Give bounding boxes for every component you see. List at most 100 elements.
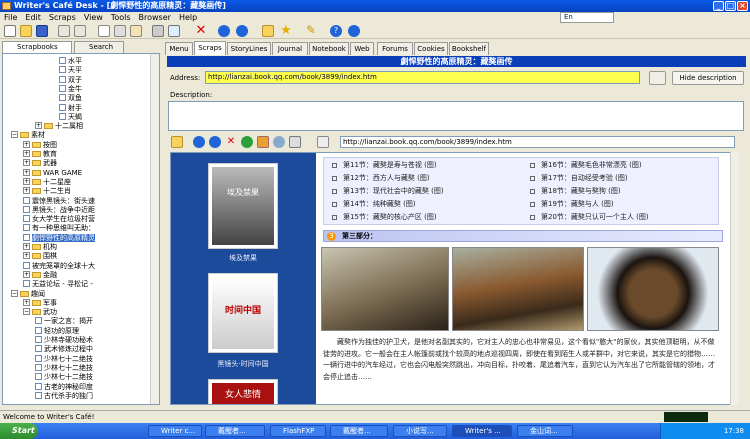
redo-icon[interactable] [74, 25, 86, 37]
tree-item[interactable]: 天平 [59, 66, 82, 74]
language-bar[interactable]: En [560, 12, 614, 23]
tree-folder[interactable]: + WAR GAME [23, 168, 82, 177]
tree-item[interactable]: 一家之言：揭开 [35, 317, 93, 325]
tree-scrollbar[interactable] [150, 54, 159, 404]
chapter-link[interactable]: 第12节：西方人与藏獒 (图) [332, 174, 430, 183]
print-icon[interactable] [152, 25, 164, 37]
scrap-frame-icon[interactable] [262, 25, 274, 37]
web-scrollbar[interactable] [730, 152, 739, 405]
expand-icon[interactable]: + [23, 159, 30, 167]
web-view[interactable]: 埃及禁果 埃及禁果 时间中国 黑镜头·时间中国 女人悲情 第11节：藏獒是寿与苍… [170, 152, 738, 405]
help-icon[interactable]: ? [330, 25, 342, 37]
tab-scraps[interactable]: Scraps [194, 41, 226, 55]
home-icon[interactable] [257, 136, 269, 148]
tab-notebook[interactable]: Notebook [309, 42, 349, 55]
chapter-link[interactable]: 第14节：纯种藏獒 (图) [332, 200, 416, 209]
description-field[interactable] [168, 101, 744, 131]
tab-menu[interactable]: Menu [165, 42, 193, 55]
book-card[interactable]: 埃及禁果 [208, 163, 278, 249]
tree-item[interactable]: 轻功的原理 [35, 326, 79, 335]
tree-item[interactable]: 武术修炼过程中 [35, 345, 93, 353]
tab-search[interactable]: Search [74, 41, 124, 53]
tree-folder[interactable]: + 机构 [23, 243, 57, 251]
expand-icon[interactable]: + [23, 177, 30, 185]
tree-item[interactable]: 双子 [59, 75, 82, 84]
book-card[interactable]: 女人悲情 [208, 379, 278, 404]
tree-item[interactable]: 女大学生在垃圾村营 [23, 215, 95, 223]
new-icon[interactable] [4, 25, 16, 37]
menu-edit[interactable]: Edit [21, 12, 45, 23]
tree-folder[interactable]: − 素材 [11, 131, 45, 139]
menu-scraps[interactable]: Scraps [45, 12, 80, 23]
tree-item[interactable]: 少林寺硬功秘术 [35, 336, 93, 344]
chapter-link[interactable]: 第11节：藏獒是寿与苍视 (图) [332, 161, 437, 170]
move-down-icon[interactable] [236, 25, 248, 37]
globe-icon[interactable] [273, 136, 285, 148]
tree-item[interactable]: 少林七十二绝技 [35, 354, 93, 363]
undo-icon[interactable] [58, 25, 70, 37]
tab-storylines[interactable]: StoryLines [227, 42, 271, 55]
minimize-button[interactable]: _ [713, 1, 724, 11]
tab-journal[interactable]: Journal [272, 42, 308, 55]
refresh-icon[interactable] [241, 136, 253, 148]
expand-icon[interactable]: + [23, 298, 30, 306]
tree-folder[interactable]: + 按图 [23, 140, 57, 149]
cut-icon[interactable] [114, 25, 126, 37]
paste-icon[interactable] [130, 25, 142, 37]
menu-file[interactable]: File [0, 12, 21, 23]
info-icon[interactable] [348, 25, 360, 37]
menu-tools[interactable]: Tools [107, 12, 135, 23]
tree-item[interactable]: 无益论坛 - 寻松记 - [23, 280, 93, 288]
tree-folder[interactable]: + 十二属相 [35, 122, 83, 130]
search-icon[interactable] [317, 136, 329, 148]
tree-item[interactable]: 双鱼 [59, 94, 82, 102]
taskbar-item[interactable]: 小说写... [393, 425, 447, 437]
taskbar-item[interactable]: 金山词... [517, 425, 573, 437]
star-icon[interactable]: ★ [280, 24, 292, 37]
tree-folder[interactable]: + 十二星座 [23, 177, 71, 186]
expand-icon[interactable]: + [35, 122, 42, 130]
book-caption[interactable]: 埃及禁果 [201, 253, 285, 263]
chapter-link[interactable]: 第20节：藏獒只认可一个主人 (图) [530, 213, 649, 222]
tree-item[interactable]: 古代杀手的独门 [35, 391, 93, 400]
close-button[interactable]: × [737, 1, 748, 11]
browser-url-input[interactable]: http://lianzai.book.qq.com/book/3899/ind… [340, 136, 735, 148]
back-icon[interactable] [193, 136, 205, 148]
expand-icon[interactable]: + [23, 187, 30, 195]
taskbar-item-active[interactable]: Writer's ... [452, 425, 512, 437]
tree-item[interactable]: 少林七十二绝技 [35, 373, 93, 381]
chapter-link[interactable]: 第13节：现代社会中的藏獒 (图) [332, 187, 444, 196]
move-up-icon[interactable] [218, 25, 230, 37]
tree-folder[interactable]: + 金融 [23, 270, 57, 279]
browser-folder-icon[interactable] [171, 136, 183, 148]
tree-folder[interactable]: + 十二生肖 [23, 187, 71, 195]
tree-item[interactable]: 水平 [59, 57, 82, 65]
tree-folder[interactable]: + 围棋 [23, 252, 57, 260]
save-icon[interactable] [36, 25, 48, 37]
open-folder-icon[interactable] [20, 25, 32, 37]
tree-item[interactable]: 少林七十二绝技 [35, 363, 93, 372]
tree-item[interactable]: 古老的神秘印度 [35, 382, 93, 391]
collapse-icon[interactable]: − [11, 131, 18, 139]
tree-item[interactable]: 黑镜头：战争中近距 [23, 205, 95, 214]
expand-icon[interactable]: + [23, 168, 30, 176]
copy-icon[interactable] [98, 25, 110, 37]
tree-folder[interactable]: − 趣闻 [11, 289, 45, 298]
chapter-link[interactable]: 第15节：藏獒的核心产区 (图) [332, 213, 437, 222]
tree-folder[interactable]: + 军事 [23, 298, 57, 307]
expand-icon[interactable]: + [23, 270, 30, 278]
hide-description-button[interactable]: Hide description [672, 71, 744, 85]
forward-icon[interactable] [209, 136, 221, 148]
expand-icon[interactable]: + [23, 140, 30, 148]
address-input[interactable]: http://lianzai.book.qq.com/book/3899/ind… [205, 71, 640, 84]
tree-item[interactable]: 金牛 [59, 84, 82, 93]
book-caption[interactable]: 黑镜头·时间中国 [201, 359, 285, 369]
tree-item[interactable]: 劇悍野性的高原精灵 [23, 233, 95, 242]
tab-web[interactable]: Web [350, 42, 374, 55]
print-page-icon[interactable] [289, 136, 301, 148]
tab-forums[interactable]: Forums [377, 42, 413, 55]
stop-icon[interactable]: ✕ [225, 136, 237, 148]
chapter-link[interactable]: 第17节：自动经受考验 (图) [530, 174, 628, 183]
menu-browser[interactable]: Browser [135, 12, 175, 23]
open-address-button[interactable] [649, 71, 666, 85]
